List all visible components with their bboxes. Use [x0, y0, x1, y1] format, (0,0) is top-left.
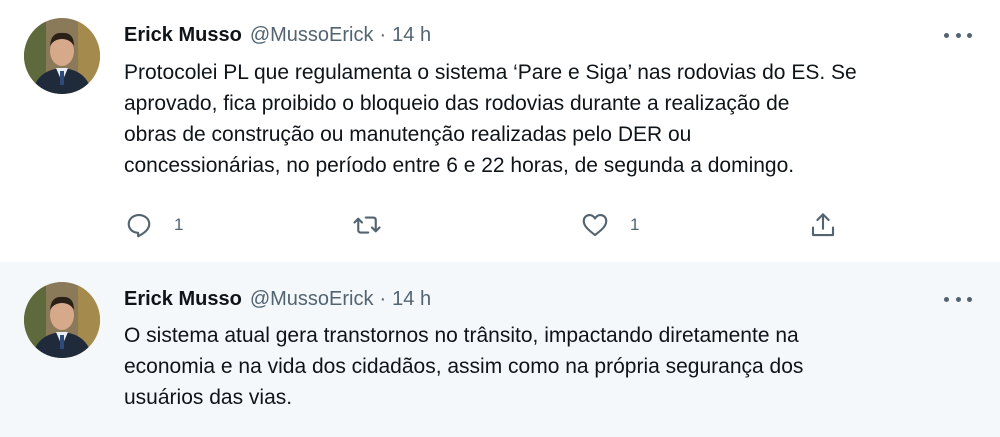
like-button[interactable]: 1	[580, 207, 639, 243]
tweet-text-line: economia e na vida dos cidadãos, assim c…	[124, 355, 804, 378]
avatar[interactable]	[24, 282, 100, 358]
retweet-icon	[353, 216, 381, 234]
tweet-text-line: concessionárias, no período entre 6 e 22…	[124, 154, 795, 177]
tweet-text-line: Protocolei PL que regulamenta o sistema …	[124, 61, 857, 84]
share-icon	[811, 213, 835, 237]
timestamp[interactable]: 14 h	[392, 288, 431, 311]
tweet-text: Protocolei PL que regulamenta o sistema …	[124, 57, 964, 181]
author-handle[interactable]: @MussoErick	[250, 288, 374, 311]
share-button[interactable]	[808, 207, 838, 243]
tweet-header: Erick Musso @MussoErick · 14 h	[124, 284, 431, 314]
reply-count: 1	[174, 215, 184, 234]
tweet[interactable]: Erick Musso @MussoErick · 14 h O sistema…	[0, 262, 1000, 437]
tweet-header: Erick Musso @MussoErick · 14 h	[124, 20, 431, 50]
tweet-text: O sistema atual gera transtornos no trân…	[124, 320, 964, 413]
tweet-text-line: O sistema atual gera transtornos no trân…	[124, 324, 799, 347]
reply-button[interactable]: 1	[124, 207, 183, 243]
author-name[interactable]: Erick Musso	[124, 288, 242, 311]
retweet-button[interactable]	[352, 207, 382, 243]
timestamp[interactable]: 14 h	[392, 24, 431, 47]
separator: ·	[379, 23, 387, 46]
tweet-actions: 1 1	[124, 207, 844, 243]
more-options-icon[interactable]	[944, 25, 972, 45]
more-options-icon[interactable]	[944, 289, 972, 309]
author-handle[interactable]: @MussoErick	[250, 24, 374, 47]
tweet-text-line: obras de construção ou manutenção realiz…	[124, 123, 692, 146]
reply-icon	[127, 213, 151, 238]
heart-icon	[582, 213, 608, 237]
separator: ·	[379, 287, 387, 310]
like-count: 1	[630, 215, 640, 234]
tweet[interactable]: Erick Musso @MussoErick · 14 h Protocole…	[0, 0, 1000, 262]
tweet-text-line: aprovado, fica proibido o bloqueio das r…	[124, 92, 790, 115]
tweet-text-line: usuários das vias.	[124, 386, 293, 409]
avatar[interactable]	[24, 18, 100, 94]
author-name[interactable]: Erick Musso	[124, 24, 242, 47]
